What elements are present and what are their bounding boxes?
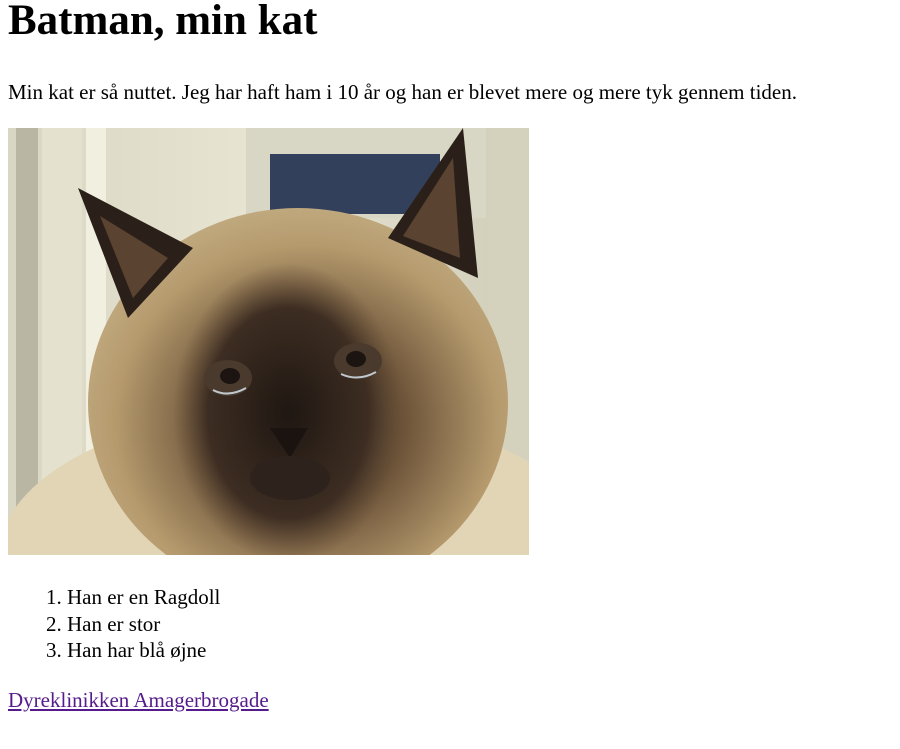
clinic-link[interactable]: Dyreklinikken Amagerbrogade [8,686,269,714]
list-item: Han er stor [67,611,220,638]
facts-list: Han er en Ragdoll Han er stor Han har bl… [8,584,220,664]
list-item: Han har blå øjne [67,637,220,664]
page-title: Batman, min kat [8,0,318,44]
intro-paragraph: Min kat er så nuttet. Jeg har haft ham i… [8,80,797,104]
list-item: Han er en Ragdoll [67,584,220,611]
cat-photo [8,128,529,555]
